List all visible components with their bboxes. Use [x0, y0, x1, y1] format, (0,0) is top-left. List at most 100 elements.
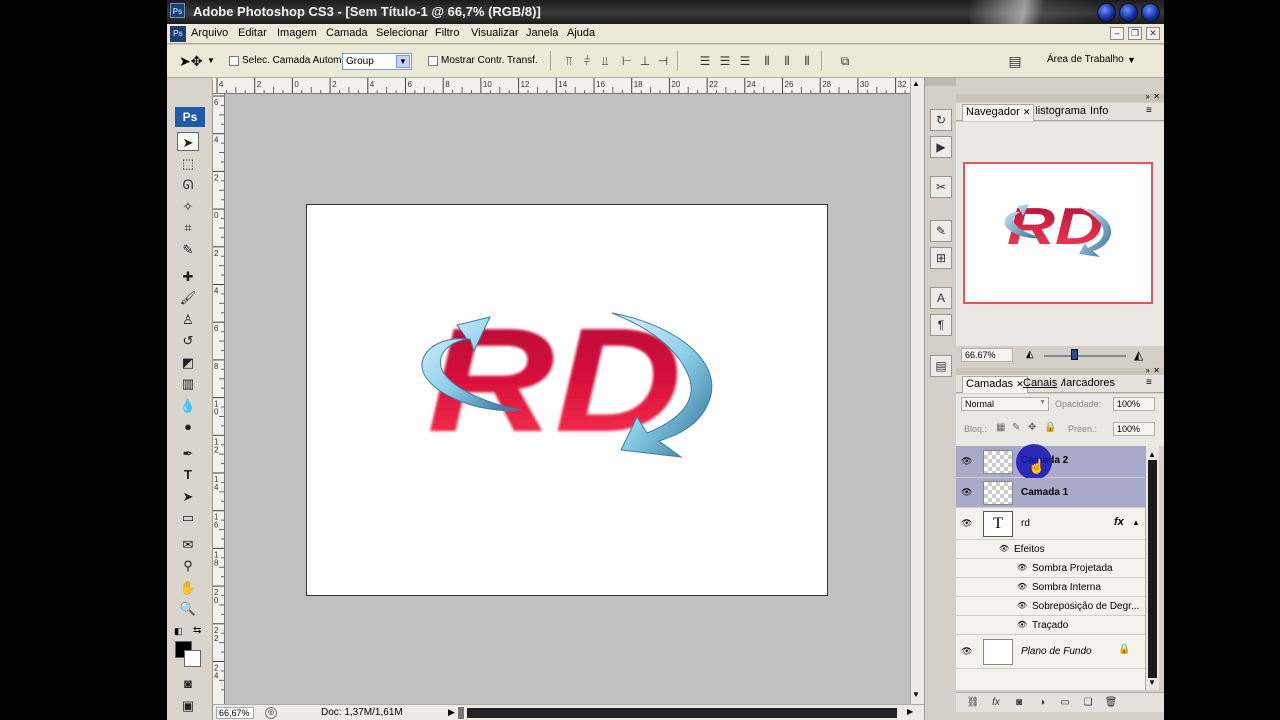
effect-row-sobreposicao[interactable]: 👁 Sobreposição de Degr...	[956, 597, 1145, 616]
slice-tool-icon[interactable]: ✎	[177, 240, 199, 259]
tab-info[interactable]: Info	[1090, 105, 1108, 117]
auto-select-checkbox[interactable]	[229, 56, 239, 66]
layer-name[interactable]: Camada 1	[1021, 487, 1068, 498]
minimize-button[interactable]	[1097, 3, 1116, 22]
doc-close-icon[interactable]: ✕	[1146, 27, 1160, 40]
tab-navegador[interactable]: Navegador ✕	[962, 104, 1035, 121]
blur-tool-icon[interactable]: 💧	[177, 396, 199, 415]
clone-source-icon[interactable]: ⊞	[930, 247, 952, 269]
document-icon[interactable]: Ps	[170, 26, 186, 42]
distribute-top-icon[interactable]: ☰	[697, 53, 713, 69]
brush-tool-icon[interactable]: 🖌	[177, 288, 199, 307]
collapse-icon[interactable]: »	[1146, 92, 1150, 101]
document-canvas[interactable]: RD	[306, 204, 828, 596]
default-colors-icon[interactable]: ◧	[174, 626, 183, 637]
workspace-menu[interactable]: Área de Trabalho	[1047, 54, 1124, 65]
blend-mode-select[interactable]: Normal ▼	[961, 397, 1049, 411]
opacity-field[interactable]: 100%	[1113, 397, 1155, 411]
layer-comps-icon[interactable]: ▤	[930, 355, 952, 377]
dock-grip[interactable]	[925, 78, 956, 86]
auto-select-mode-select[interactable]: Group ▼	[342, 53, 412, 70]
effect-row-sombra-projetada[interactable]: 👁 Sombra Projetada	[956, 559, 1145, 578]
distribute-bottom-icon[interactable]: ☰	[737, 53, 753, 69]
layer-name[interactable]: Plano de Fundo	[1021, 646, 1092, 657]
fx-badge-icon[interactable]: fx	[1114, 516, 1124, 528]
status-menu-arrow-icon[interactable]: ▶	[448, 707, 455, 718]
effects-row[interactable]: 👁 Efeitos	[956, 540, 1145, 559]
layers-list[interactable]: 👁 Camada 2 ☝ 👁 Camada 1 👁 T rd fx ▲	[956, 444, 1145, 690]
align-top-icon[interactable]: ⫪	[561, 53, 577, 69]
tab-close-icon[interactable]: ✕	[1023, 107, 1031, 117]
menu-ajuda[interactable]: Ajuda	[567, 27, 595, 39]
move-tool-icon[interactable]: ➤	[177, 132, 199, 151]
effect-eye-icon[interactable]: 👁	[1017, 563, 1027, 572]
menu-filtro[interactable]: Filtro	[435, 27, 459, 39]
workspace-dropdown-arrow-icon[interactable]: ▼	[1127, 55, 1136, 65]
distribute-hcenter-icon[interactable]: ⦀	[779, 53, 795, 69]
maximize-button[interactable]	[1119, 3, 1138, 22]
horizontal-scroll-track[interactable]	[467, 708, 897, 718]
panel-menu-icon[interactable]: ≡	[1146, 377, 1152, 388]
effects-eye-icon[interactable]: 👁	[999, 544, 1009, 553]
expand-effects-icon[interactable]: ▲	[1132, 518, 1140, 527]
panel-close-icon[interactable]: ✕	[1153, 92, 1160, 101]
history-panel-icon[interactable]: ↻	[930, 109, 952, 131]
shape-tool-icon[interactable]: ▭	[177, 508, 199, 527]
show-transform-checkbox[interactable]	[428, 56, 438, 66]
align-left-icon[interactable]: ⊢	[619, 53, 635, 69]
navigator-zoom-thumb[interactable]	[1071, 349, 1078, 360]
distribute-vcenter-icon[interactable]: ☰	[717, 53, 733, 69]
menu-visualizar[interactable]: Visualizar	[471, 27, 519, 39]
dodge-tool-icon[interactable]: ●	[177, 417, 199, 436]
menu-camada[interactable]: Camada	[326, 27, 368, 39]
zoom-in-icon[interactable]: ◭	[1134, 348, 1143, 362]
lasso-tool-icon[interactable]: ᘏ	[177, 175, 199, 194]
fill-field[interactable]: 100%	[1113, 422, 1155, 436]
actions-panel-icon[interactable]: ▶	[930, 136, 952, 158]
lock-pixels-icon[interactable]: ✎	[1012, 422, 1020, 433]
close-button[interactable]	[1141, 3, 1160, 22]
layers-scroll-thumb[interactable]	[1148, 460, 1157, 678]
new-group-icon[interactable]: ▭	[1058, 696, 1072, 710]
paragraph-panel-icon[interactable]: ¶	[930, 314, 952, 336]
doc-minimize-icon[interactable]: –	[1110, 27, 1124, 40]
align-right-icon[interactable]: ⊣	[655, 53, 671, 69]
adjustment-layer-icon[interactable]: ◑	[1035, 696, 1049, 710]
background-color-swatch[interactable]	[184, 650, 201, 667]
align-hcenter-icon[interactable]: ⊥	[637, 53, 653, 69]
gradient-tool-icon[interactable]: ▥	[177, 374, 199, 393]
visibility-eye-icon[interactable]: 👁	[961, 646, 972, 657]
hand-tool-icon[interactable]: ✋	[177, 578, 199, 597]
menu-editar[interactable]: Editar	[238, 27, 267, 39]
scroll-up-icon[interactable]: ▲	[912, 79, 920, 88]
lock-all-icon[interactable]: 🔒	[1044, 422, 1056, 433]
new-layer-icon[interactable]: ❏	[1081, 696, 1095, 710]
navigator-preview[interactable]: RD	[963, 162, 1153, 304]
preset-dropdown-arrow-icon[interactable]: ▼	[207, 56, 215, 65]
crop-tool-icon[interactable]: ⌗	[177, 218, 199, 237]
menu-imagem[interactable]: Imagem	[277, 27, 317, 39]
healing-brush-tool-icon[interactable]: ✚	[177, 267, 199, 286]
add-layer-style-icon[interactable]: fx	[989, 696, 1003, 710]
doc-restore-icon[interactable]: ❐	[1128, 27, 1142, 40]
screen-mode-icon[interactable]: ▣	[177, 696, 199, 715]
scroll-down-icon[interactable]: ▼	[912, 690, 920, 699]
distribute-right-icon[interactable]: ⦀	[799, 53, 815, 69]
status-info-icon[interactable]: ◎	[265, 707, 277, 719]
effect-row-sombra-interna[interactable]: 👁 Sombra Interna	[956, 578, 1145, 597]
delete-layer-icon[interactable]: 🗑	[1104, 696, 1118, 710]
brushes-panel-icon[interactable]: ✎	[930, 220, 952, 242]
magic-wand-tool-icon[interactable]: ✧	[177, 197, 199, 216]
eraser-tool-icon[interactable]: ◩	[177, 353, 199, 372]
marquee-tool-icon[interactable]: ⬚	[177, 154, 199, 173]
menu-arquivo[interactable]: Arquivo	[191, 27, 228, 39]
layer-row-camada-1[interactable]: 👁 Camada 1	[956, 478, 1145, 508]
quick-mask-icon[interactable]: ◙	[177, 674, 199, 693]
effect-row-tracado[interactable]: 👁 Traçado	[956, 616, 1145, 635]
character-panel-icon[interactable]: A	[930, 287, 952, 309]
visibility-eye-icon[interactable]: 👁	[961, 487, 972, 498]
layer-row-rd[interactable]: 👁 T rd fx ▲	[956, 508, 1145, 540]
zoom-tool-icon[interactable]: 🔍	[177, 599, 199, 618]
move-tool-preset-icon[interactable]: ➤✥	[179, 53, 202, 70]
align-vcenter-icon[interactable]: ⫩	[579, 53, 595, 69]
